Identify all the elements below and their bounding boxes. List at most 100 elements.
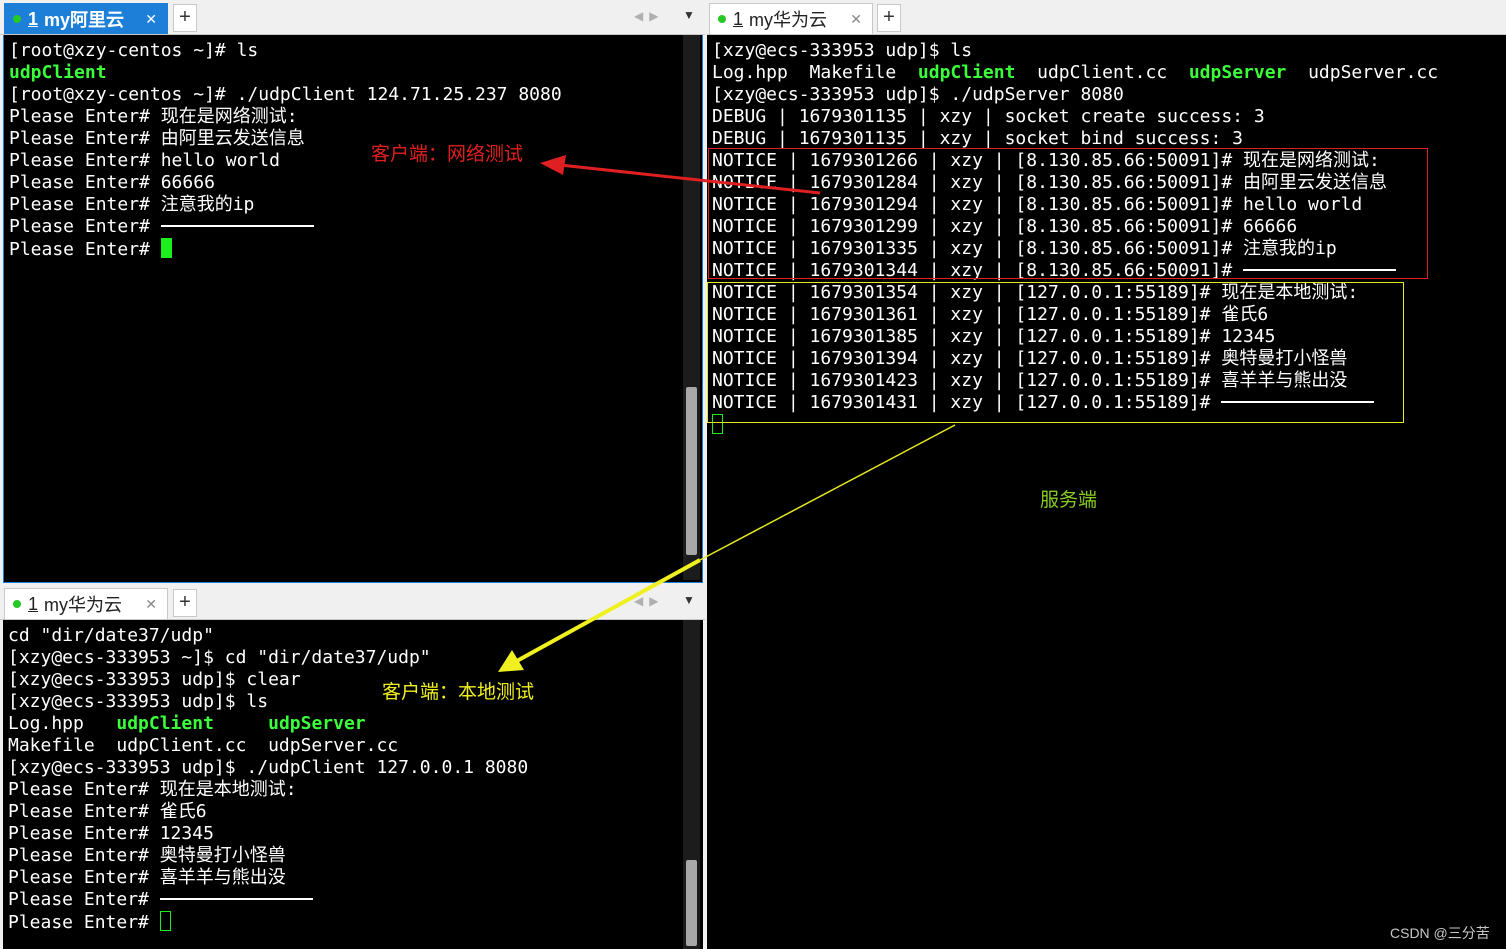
terminal-text: [xzy@ecs-333953 udp]$ ls [712, 40, 973, 61]
add-tab-button[interactable]: + [877, 4, 901, 32]
highlight-box-local [707, 282, 1404, 423]
scrollbar[interactable] [683, 620, 700, 949]
annotation-client-network: 客户端：网络测试 [371, 144, 524, 165]
terminal-text: [xzy@ecs-333953 udp]$ clear [8, 669, 301, 690]
terminal-text: Makefile udpClient.cc udpServer.cc [8, 735, 399, 756]
terminal-line: Please Enter# 喜羊羊与熊出没 [8, 867, 528, 889]
terminal-line: Please Enter# [9, 238, 562, 260]
terminal-bottom-left[interactable]: cd "dir/date37/udp" [xzy@ecs-333953 ~]$ c… [3, 620, 703, 949]
terminal-line: Log.hpp udpClient udpServer [8, 713, 528, 735]
text-cursor[interactable] [160, 238, 172, 258]
tab-menu-dropdown-icon[interactable]: ▼ [683, 8, 695, 22]
tabbar-bottom-left: 1 my华为云 ✕ + ◀▶ ▼ [0, 585, 705, 620]
tab-number: 1 [28, 8, 39, 29]
tab-label: my阿里云 [44, 10, 125, 30]
close-icon[interactable]: ✕ [145, 596, 157, 613]
terminal-text: Log.hpp [8, 713, 117, 734]
terminal-text: Please Enter# [8, 912, 160, 933]
add-tab-button[interactable]: + [173, 4, 197, 32]
tab-number: 1 [733, 8, 744, 29]
close-icon[interactable]: ✕ [850, 11, 862, 28]
terminal-text: [xzy@ecs-333953 ~]$ cd "dir/date37/udp" [8, 647, 431, 668]
terminal-line: Please Enter# 现在是网络测试: [9, 106, 562, 128]
terminal-text: DEBUG | 1679301135 | xzy | socket create… [712, 106, 1265, 127]
tab-menu-dropdown-icon[interactable]: ▼ [683, 593, 695, 607]
tab-scroll-arrows-icon[interactable]: ◀▶ [634, 9, 664, 23]
terminal-line: [xzy@ecs-333953 udp]$ ls [712, 40, 1438, 62]
terminal-line: DEBUG | 1679301135 | xzy | socket create… [712, 106, 1438, 128]
text-cursor[interactable] [159, 911, 171, 931]
terminal-text: Please Enter# 雀氏6 [8, 801, 207, 822]
terminal-line: Please Enter# [9, 216, 562, 238]
add-tab-button[interactable]: + [173, 589, 197, 617]
terminal-line: [xzy@ecs-333953 ~]$ cd "dir/date37/udp" [8, 647, 528, 669]
terminal-line: Please Enter# 注意我的ip [9, 194, 562, 216]
terminal-line: Log.hpp Makefile udpClient udpClient.cc … [712, 62, 1438, 84]
tab-number: 1 [28, 593, 39, 614]
scrollbar[interactable] [683, 35, 700, 580]
terminal-text: Please Enter# 注意我的ip [9, 194, 255, 215]
terminal-top-left[interactable]: [root@xzy-centos ~]# ls udpClient [root@xz… [3, 35, 703, 583]
status-dot-icon [13, 600, 21, 608]
terminal-text: Please Enter# 66666 [9, 172, 215, 193]
executable-filename: udpServer [268, 713, 366, 734]
annotation-client-local: 客户端：本地测试 [382, 682, 535, 703]
terminal-line: [root@xzy-centos ~]# ls [9, 40, 562, 62]
tabbar-right: 1 my华为云 ✕ + [707, 0, 1506, 35]
terminal-text: Please Enter# [9, 239, 161, 260]
terminal-text: Please Enter# 奥特曼打小怪兽 [8, 845, 286, 866]
terminal-text: Please Enter# 现在是本地测试: [8, 779, 297, 800]
terminal-text: DEBUG | 1679301135 | xzy | socket bind s… [712, 128, 1244, 149]
tab-label: my华为云 [749, 10, 828, 30]
terminal-text: [xzy@ecs-333953 udp]$ ./udpClient 127.0.… [8, 757, 529, 778]
tab-my-aliyun[interactable]: 1 my阿里云 ✕ [4, 3, 168, 34]
close-icon[interactable]: ✕ [145, 11, 157, 28]
terminal-text: [xzy@ecs-333953 udp]$ ./udpServer 8080 [712, 84, 1124, 105]
executable-filename: udpServer [1188, 62, 1287, 83]
status-dot-icon [13, 15, 21, 23]
tabbar-top-left: 1 my阿里云 ✕ + ◀▶ ▼ [0, 0, 705, 35]
terminal-text: Please Enter# [9, 216, 161, 237]
status-dot-icon [718, 15, 726, 23]
terminal-text: Please Enter# 12345 [8, 823, 214, 844]
terminal-line: Please Enter# 现在是本地测试: [8, 779, 528, 801]
terminal-line: [root@xzy-centos ~]# ./udpClient 124.71.… [9, 84, 562, 106]
terminal-line: Please Enter# [8, 889, 528, 911]
terminal-output: cd "dir/date37/udp" [xzy@ecs-333953 ~]$ c… [8, 625, 528, 933]
terminal-text: cd "dir/date37/udp" [8, 625, 214, 646]
tab-my-huaweiyun[interactable]: 1 my华为云 ✕ [709, 3, 873, 34]
watermark: CSDN @三分苦 [1390, 925, 1490, 941]
terminal-text: [xzy@ecs-333953 udp]$ ls [8, 691, 269, 712]
horizontal-rule-input [160, 225, 314, 227]
terminal-line: [xzy@ecs-333953 udp]$ ./udpClient 127.0.… [8, 757, 528, 779]
highlight-box-network [708, 148, 1428, 279]
terminal-text: Log.hpp Makefile [712, 62, 918, 83]
tab-scroll-arrows-icon[interactable]: ◀▶ [634, 594, 664, 608]
terminal-line: [xzy@ecs-333953 udp]$ ./udpServer 8080 [712, 84, 1438, 106]
tab-label: my华为云 [44, 595, 123, 615]
terminal-text: Please Enter# 喜羊羊与熊出没 [8, 867, 286, 888]
terminal-text: udpClient.cc [1015, 62, 1189, 83]
executable-filename: udpClient [917, 62, 1016, 83]
terminal-line: Please Enter# 66666 [9, 172, 562, 194]
terminal-text: [root@xzy-centos ~]# ls [9, 40, 259, 61]
terminal-line: DEBUG | 1679301135 | xzy | socket bind s… [712, 128, 1438, 150]
terminal-line: Please Enter# [8, 911, 528, 933]
annotation-server: 服务端 [1040, 490, 1098, 511]
terminal-line: udpClient [9, 62, 562, 84]
terminal-line: Makefile udpClient.cc udpServer.cc [8, 735, 528, 757]
terminal-text: Please Enter# 现在是网络测试: [9, 106, 298, 127]
executable-filename: udpClient [116, 713, 214, 734]
terminal-text: Please Enter# 由阿里云发送信息 [9, 128, 305, 149]
terminal-text: Please Enter# hello world [9, 150, 280, 171]
horizontal-rule-input [159, 898, 313, 900]
terminal-text: udpServer.cc [1286, 62, 1439, 83]
terminal-line: cd "dir/date37/udp" [8, 625, 528, 647]
tab-my-huaweiyun[interactable]: 1 my华为云 ✕ [4, 588, 168, 619]
terminal-text: [root@xzy-centos ~]# ./udpClient 124.71.… [9, 84, 562, 105]
terminal-text: Please Enter# [8, 889, 160, 910]
scrollbar-thumb[interactable] [686, 387, 697, 555]
scrollbar-thumb[interactable] [686, 860, 697, 946]
terminal-line: Please Enter# 12345 [8, 823, 528, 845]
